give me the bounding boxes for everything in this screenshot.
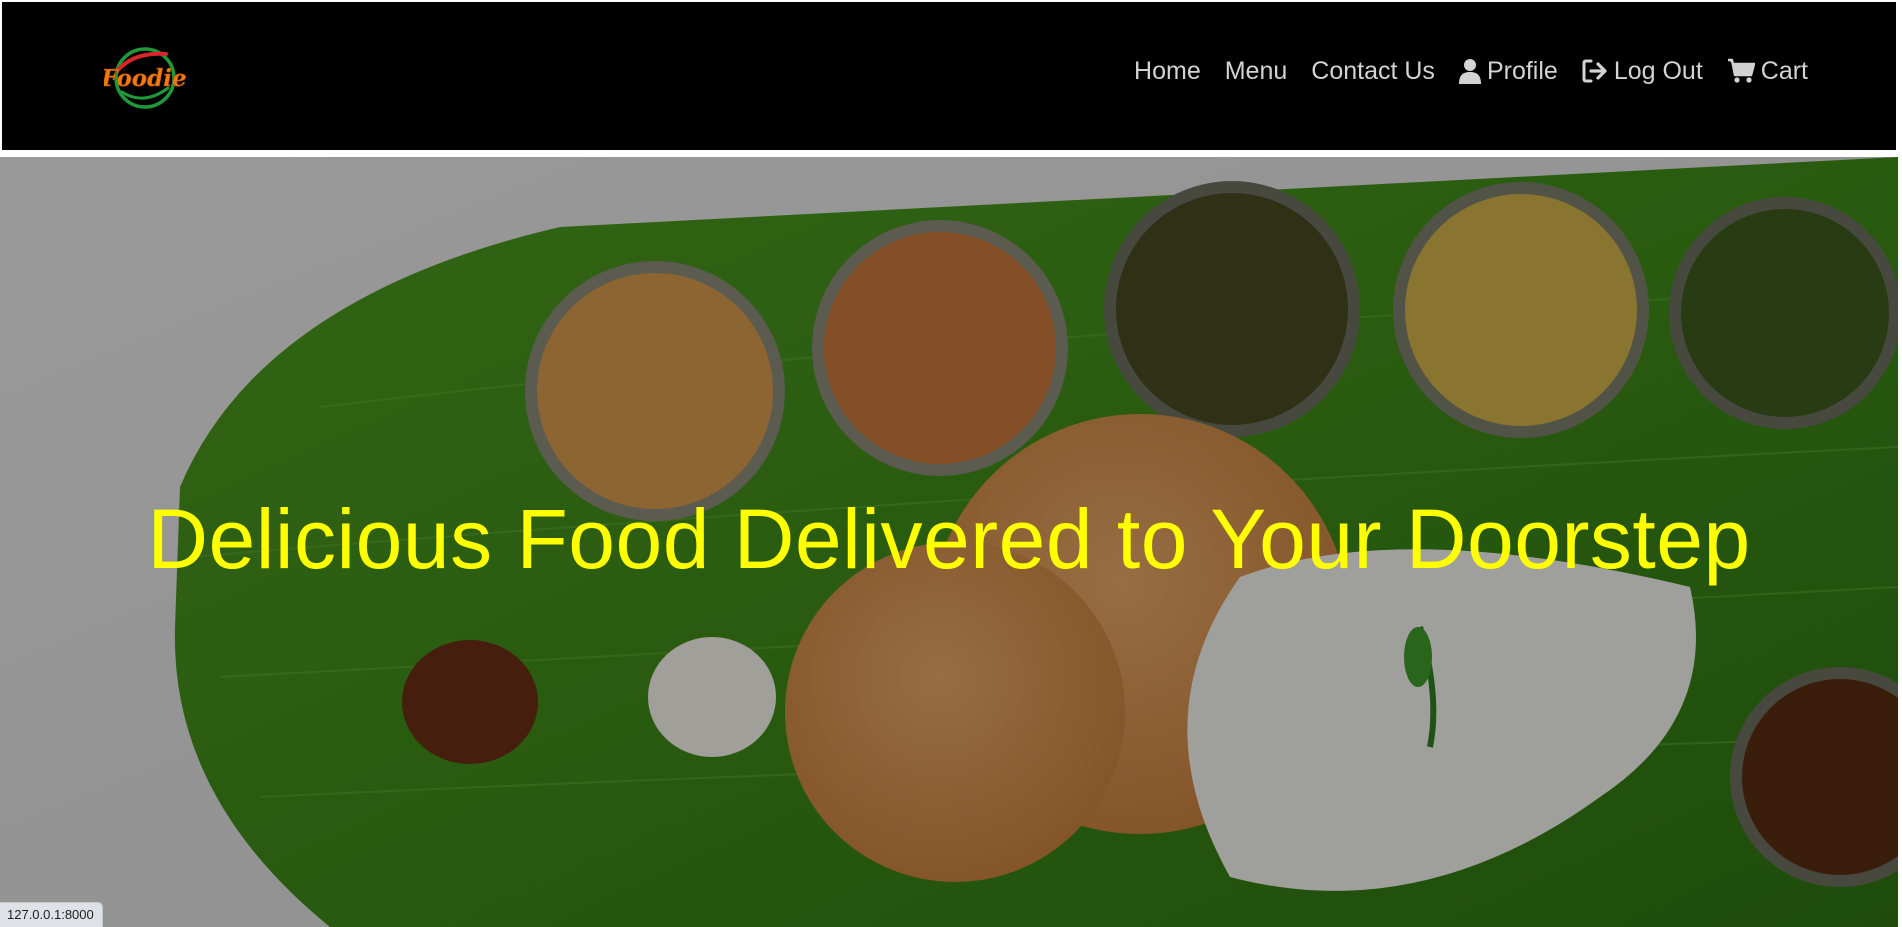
brand-logo[interactable]: Foodie <box>100 40 187 116</box>
page: Foodie Home Menu Contact Us Profile Log … <box>0 0 1902 927</box>
hero-title: Delicious Food Delivered to Your Doorste… <box>147 492 1751 586</box>
nav-home-label: Home <box>1134 56 1201 85</box>
nav-links: Home Menu Contact Us Profile Log Out Car… <box>1134 58 1808 84</box>
foodie-logo-icon: Foodie <box>100 47 187 109</box>
nav-cart-link[interactable]: Cart <box>1727 58 1808 84</box>
nav-cart-label: Cart <box>1760 56 1808 85</box>
hero-banner: Delicious Food Delivered to Your Doorste… <box>0 157 1898 927</box>
nav-contact-link[interactable]: Contact Us <box>1311 56 1435 85</box>
nav-menu-label: Menu <box>1224 56 1288 85</box>
navbar: Foodie Home Menu Contact Us Profile Log … <box>0 0 1898 152</box>
logo-text: Foodie <box>104 65 186 92</box>
sign-out-icon <box>1582 59 1607 83</box>
nav-menu-link[interactable]: Menu <box>1224 56 1288 85</box>
nav-logout-link[interactable]: Log Out <box>1582 56 1703 85</box>
nav-profile-label: Profile <box>1486 56 1558 85</box>
nav-logout-label: Log Out <box>1613 56 1703 85</box>
nav-home-link[interactable]: Home <box>1134 56 1201 85</box>
status-bar-url: 127.0.0.1:8000 <box>0 902 103 927</box>
nav-profile-link[interactable]: Profile <box>1458 56 1558 85</box>
nav-contact-label: Contact Us <box>1311 56 1435 85</box>
cart-icon <box>1727 58 1755 83</box>
user-icon <box>1458 59 1481 84</box>
